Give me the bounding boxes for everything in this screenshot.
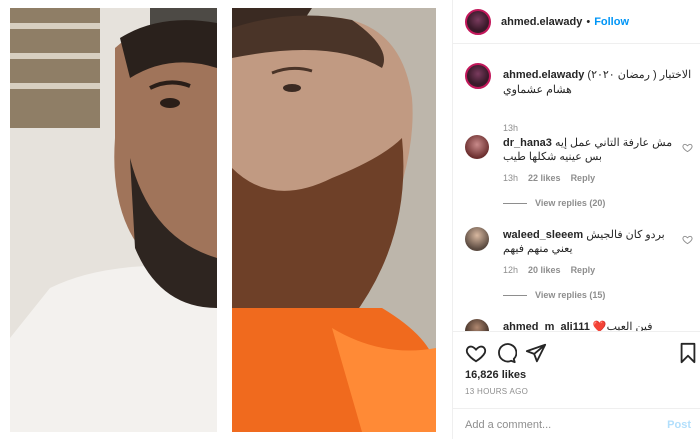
like-comment-heart-icon[interactable] (682, 234, 693, 245)
comment-username[interactable]: waleed_sleeem (503, 229, 583, 241)
caption-text: ahmed.elawady الاختيار ( رمضان ٢٠٢٠) هشا… (503, 68, 693, 98)
instagram-post-view: ahmed.elawady • Follow ahmed.elawady الا… (0, 0, 700, 439)
add-comment-input[interactable] (465, 419, 655, 431)
comment-text: ahmed_m_ali111 ❤️فين العيب (503, 320, 675, 331)
comment-likes[interactable]: 20 likes (528, 265, 561, 275)
follow-button[interactable]: Follow (594, 16, 629, 28)
post-timestamp[interactable]: 13 HOURS AGO (465, 387, 528, 396)
like-heart-icon[interactable] (465, 342, 487, 364)
photo-right-panel (232, 8, 436, 432)
replies-line (503, 294, 527, 296)
reply-button[interactable]: Reply (571, 173, 596, 183)
post-header: ahmed.elawady • Follow (453, 0, 700, 44)
commenter-avatar[interactable] (465, 135, 489, 159)
comments-list[interactable]: ahmed.elawady الاختيار ( رمضان ٢٠٢٠) هشا… (453, 45, 700, 331)
view-replies-label: View replies (20) (535, 198, 606, 208)
reply-button[interactable]: Reply (571, 265, 596, 275)
comment-body: ❤️فين العيب (592, 321, 653, 331)
caption-username[interactable]: ahmed.elawady (503, 69, 584, 81)
caption-avatar[interactable] (465, 63, 491, 89)
view-replies-label: View replies (15) (535, 290, 606, 300)
author-avatar[interactable] (465, 8, 491, 35)
post-comment-button[interactable]: Post (667, 419, 691, 431)
commenter-avatar[interactable] (465, 319, 489, 331)
header-separator: • (586, 15, 591, 28)
caption-time[interactable]: 13h (503, 123, 518, 133)
comment-meta: 13h 22 likes Reply (503, 173, 595, 183)
post-image[interactable] (0, 0, 452, 439)
comment-time[interactable]: 12h (503, 265, 518, 275)
comment-text: dr_hana3 مش عارفة التاني عمل إيه بس عيني… (503, 136, 675, 164)
replies-line (503, 202, 527, 204)
commenter-avatar[interactable] (465, 227, 489, 251)
view-replies-button[interactable]: View replies (20) (503, 198, 605, 208)
like-comment-heart-icon[interactable] (682, 142, 693, 153)
likes-count[interactable]: 16,826 likes (465, 369, 526, 381)
view-replies-button[interactable]: View replies (15) (503, 290, 605, 300)
author-username[interactable]: ahmed.elawady (501, 16, 582, 28)
photo-left-panel (10, 8, 217, 432)
comment-likes[interactable]: 22 likes (528, 173, 561, 183)
comment-meta: 12h 20 likes Reply (503, 265, 595, 275)
comment-username[interactable]: dr_hana3 (503, 137, 552, 149)
comment-time[interactable]: 13h (503, 173, 518, 183)
post-actions: 16,826 likes 13 HOURS AGO Post (453, 331, 700, 439)
photo-left-illustration (10, 8, 217, 432)
comment-text: waleed_sleeem بردو كان فالجيش يعني منهم … (503, 228, 675, 256)
photo-right-illustration (232, 8, 436, 432)
share-paper-plane-icon[interactable] (525, 342, 547, 364)
comment-bubble-icon[interactable] (495, 342, 517, 364)
comment-username[interactable]: ahmed_m_ali111 (503, 321, 590, 331)
post-sidebar: ahmed.elawady • Follow ahmed.elawady الا… (452, 0, 700, 439)
add-comment-row: Post (453, 408, 700, 439)
save-bookmark-icon[interactable] (677, 342, 699, 364)
